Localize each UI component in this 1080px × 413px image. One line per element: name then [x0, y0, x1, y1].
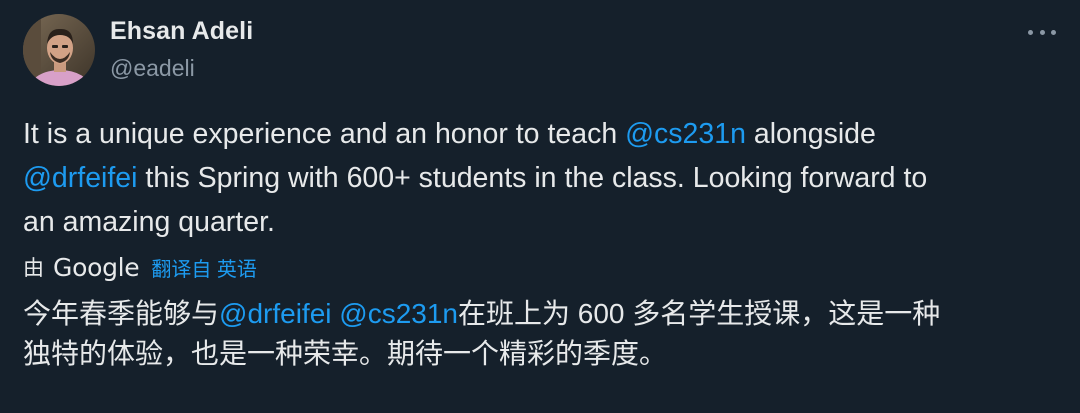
more-horizontal-icon	[1028, 29, 1033, 35]
author-handle[interactable]: @eadeli	[110, 55, 195, 82]
more-horizontal-icon-dot	[1039, 29, 1045, 35]
translated-by-label: 由	[23, 257, 44, 280]
tweet-text-line: It is a unique experience and an honor t…	[23, 112, 1058, 156]
translated-text-segment: 今年春季能够与	[23, 298, 220, 329]
tweet-text-line: an amazing quarter.	[23, 206, 275, 238]
translated-from-link[interactable]: 翻译自 英语	[151, 253, 257, 282]
tweet-text: It is a unique experience and an honor t…	[23, 112, 1058, 244]
tweet-text-segment: It is a unique experience and an honor t…	[23, 118, 626, 150]
translated-text-line: 今年春季能够与@drfeifei @cs231n在班上为 600 多名学生授课，…	[23, 294, 1063, 334]
translation-attribution: 由 Google 翻译自 英语	[23, 250, 257, 284]
mention-link-cs231n[interactable]: @cs231n	[625, 118, 746, 150]
tweet-text-line: @drfeifei this Spring with 600+ students…	[23, 156, 1058, 200]
translated-text: 今年春季能够与@drfeifei @cs231n在班上为 600 多名学生授课，…	[23, 294, 1063, 374]
user-avatar-photo-icon	[23, 14, 95, 86]
mention-link-drfeifei[interactable]: @drfeifei	[219, 298, 331, 329]
translated-text-line: 独特的体验，也是一种荣幸。期待一个精彩的季度。	[23, 338, 668, 369]
author-name[interactable]: Ehsan Adeli	[110, 17, 253, 46]
tweet-text-segment: alongside	[745, 118, 876, 150]
avatar[interactable]	[23, 14, 95, 86]
mention-link-cs231n[interactable]: @cs231n	[339, 298, 458, 329]
more-horizontal-icon-dot	[1051, 29, 1056, 35]
tweet-card: Ehsan Adeli @eadeli It is a unique exper…	[0, 0, 1080, 413]
mention-link-drfeifei[interactable]: @drfeifei	[23, 162, 137, 194]
tweet-text-segment: this Spring with 600+ students in the cl…	[137, 162, 928, 194]
google-logo: Google	[53, 252, 140, 282]
more-options-button[interactable]	[1028, 22, 1056, 42]
translated-text-segment: 在班上为 600 多名学生授课，这是一种	[457, 298, 941, 329]
